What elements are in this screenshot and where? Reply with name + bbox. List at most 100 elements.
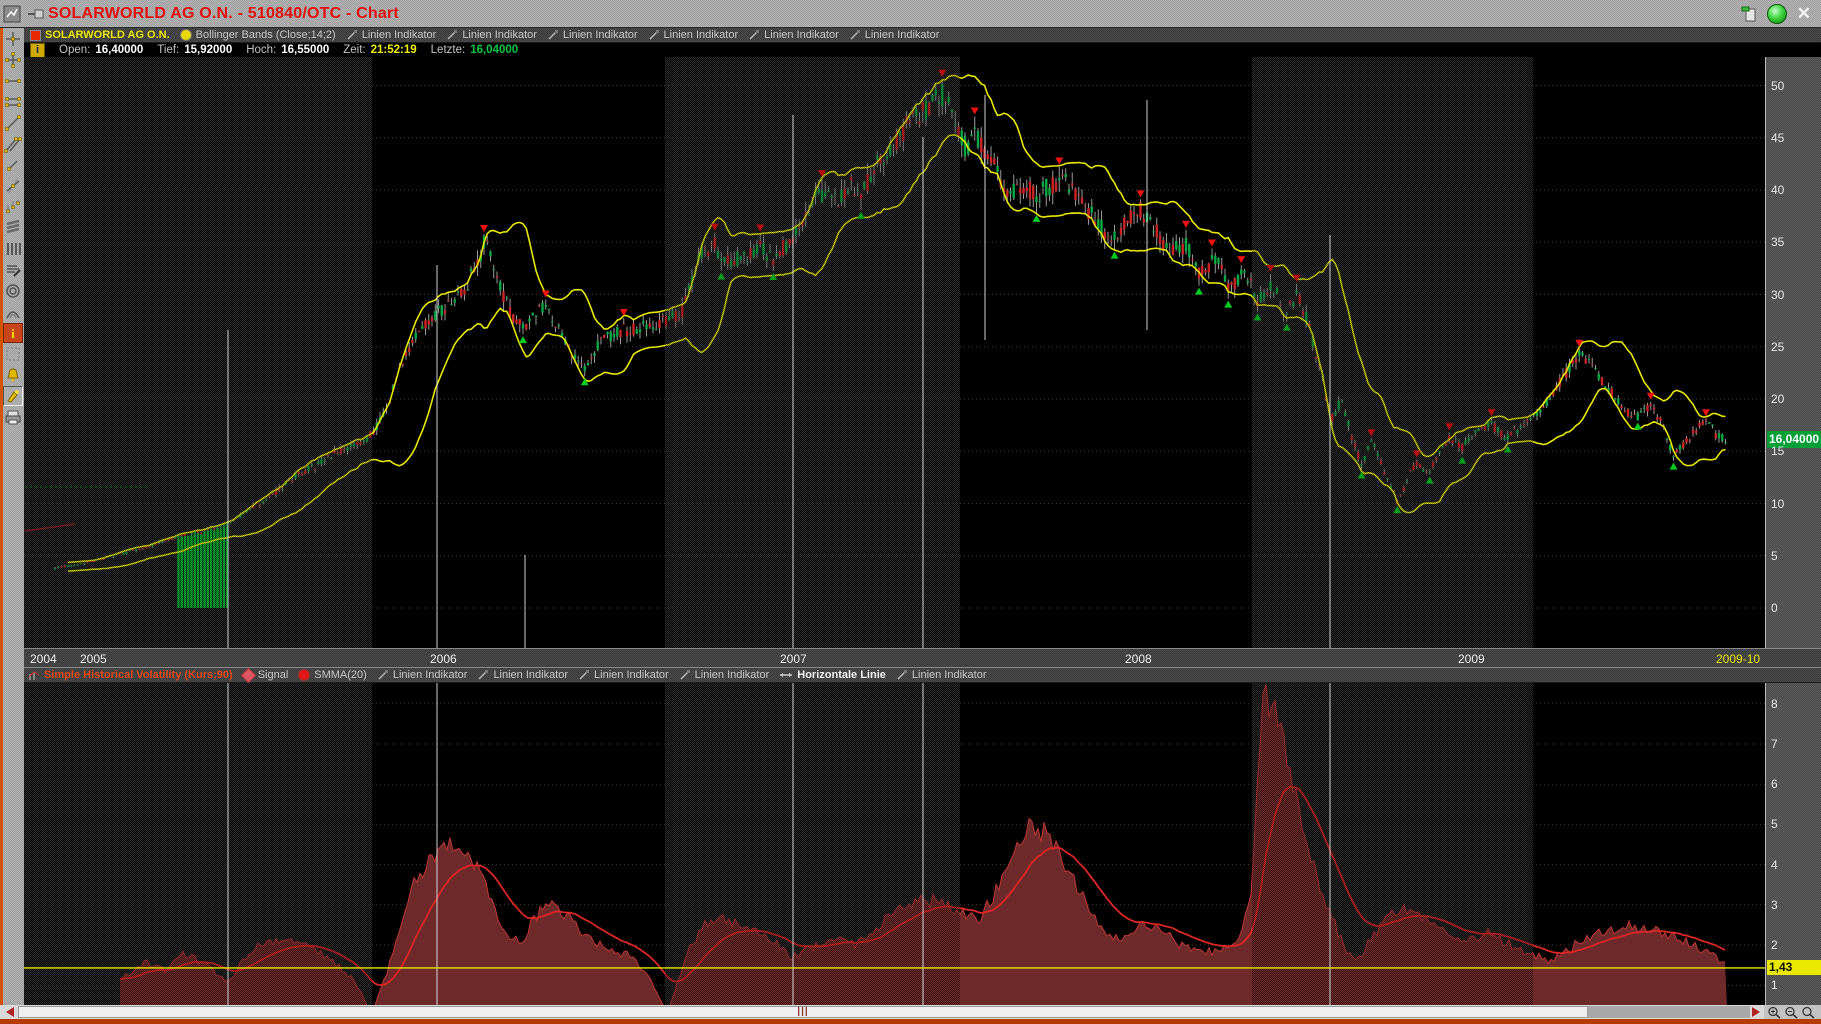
legend-label: Linien Indikator [393, 669, 468, 681]
zoom-in-button[interactable] [1767, 1006, 1782, 1019]
short-trendline-icon [4, 156, 22, 174]
price-tick-label: 45 [1771, 131, 1784, 145]
volatility-tick-label: 2 [1771, 938, 1778, 952]
vol-legend-item[interactable]: Linien Indikator [896, 669, 987, 681]
main-legend-item[interactable]: Linien Indikator [346, 29, 437, 41]
close-button[interactable]: ✕ [1797, 5, 1811, 23]
quote-value: 16,55000 [281, 44, 329, 56]
spiral-icon [4, 282, 22, 300]
vol-legend-item[interactable]: Linien Indikator [679, 669, 770, 681]
legend-label: SOLARWORLD AG O.N. [45, 29, 170, 41]
main-legend-item[interactable]: SOLARWORLD AG O.N. [30, 29, 170, 41]
year-label: 2005 [80, 652, 107, 666]
volatility-tick-label: 5 [1771, 817, 1778, 831]
pencil-icon [849, 29, 861, 41]
pin-icon[interactable] [27, 5, 45, 23]
vol-legend-item[interactable]: Linien Indikator [578, 669, 669, 681]
window-title: SOLARWORLD AG O.N. - 510840/OTC - Chart [48, 5, 399, 23]
quote-label: Open: [59, 44, 90, 56]
tool-arcs[interactable] [3, 302, 23, 322]
tool-parallel-segments[interactable] [3, 92, 23, 112]
tool-select-region[interactable] [3, 344, 23, 364]
main-legend-item[interactable]: Linien Indikator [446, 29, 537, 41]
tool-info[interactable]: i [3, 323, 23, 343]
fibonacci-flags-icon [4, 198, 22, 216]
horizontal-scrollbar[interactable]: ||| [0, 1005, 1821, 1019]
volatility-plot[interactable] [24, 683, 1765, 1005]
volatility-tick-label: 6 [1771, 777, 1778, 791]
year-label: 2004 [30, 652, 57, 666]
time-axis: 2004200520062007200820092009-10 [24, 648, 1821, 668]
price-axis: 16,04000 50454035302520151050 [1765, 57, 1821, 648]
tool-draw-hand[interactable] [3, 386, 23, 406]
tool-vertical-grid[interactable] [3, 239, 23, 259]
main-legend-item[interactable]: Linien Indikator [849, 29, 940, 41]
pencil-icon [547, 29, 559, 41]
pencil-icon [748, 29, 760, 41]
quote-value: 16,40000 [95, 44, 143, 56]
tool-trendline[interactable] [3, 113, 23, 133]
legend-label: Linien Indikator [563, 29, 638, 41]
title-bar[interactable]: SOLARWORLD AG O.N. - 510840/OTC - Chart … [0, 0, 1821, 28]
quote-label: Letzte: [431, 44, 466, 56]
tool-horizontal-segment[interactable] [3, 71, 23, 91]
tool-alarm[interactable] [3, 365, 23, 385]
pencil-icon [446, 29, 458, 41]
tool-spiral[interactable] [3, 281, 23, 301]
vol-legend-item[interactable]: Linien Indikator [477, 669, 568, 681]
main-legend-item[interactable]: Linien Indikator [748, 29, 839, 41]
quote-hoch: Hoch:16,55000 [246, 44, 329, 56]
tool-short-trendline[interactable] [3, 155, 23, 175]
price-tick-label: 35 [1771, 235, 1784, 249]
scroll-left-arrow[interactable] [6, 1007, 14, 1017]
info-icon: i [4, 324, 22, 342]
parallel-segments-icon [4, 93, 22, 111]
vol-legend-item[interactable]: Simple Historical Volatility (Kurs;90) [28, 669, 233, 681]
zoom-out-button[interactable] [1784, 1006, 1799, 1019]
pencil-icon [578, 669, 590, 681]
parallel-trendlines-icon [4, 135, 22, 153]
year-label: 2008 [1125, 652, 1152, 666]
volatility-tick-label: 4 [1771, 858, 1778, 872]
volatility-tick-label: 7 [1771, 737, 1778, 751]
legend-label: Simple Historical Volatility (Kurs;90) [44, 669, 233, 681]
vol-legend-item[interactable]: SMMA(20) [298, 669, 367, 681]
scroll-right-arrow[interactable] [1752, 1007, 1760, 1017]
year-label: 2006 [430, 652, 457, 666]
tool-regression-line[interactable] [3, 176, 23, 196]
main-chart-legend: SOLARWORLD AG O.N. Bollinger Bands (Close… [24, 28, 1821, 43]
quote-zeit: Zeit:21:52:19 [343, 44, 416, 56]
restore-button[interactable] [1767, 4, 1787, 24]
tool-parallel-trendlines[interactable] [3, 134, 23, 154]
vol-legend-item[interactable]: Horizontale Linie [779, 669, 886, 681]
main-legend-item[interactable]: Linien Indikator [547, 29, 638, 41]
main-legend-item[interactable]: Bollinger Bands (Close;14;2) [180, 29, 336, 41]
main-legend-item[interactable]: Linien Indikator [648, 29, 739, 41]
year-label: 2009 [1458, 652, 1485, 666]
vol-legend-item[interactable]: Signal [243, 669, 289, 681]
yellow-circle-icon [180, 29, 192, 41]
quote-tief: Tief:15,92000 [157, 44, 232, 56]
crosshair-icon [4, 30, 22, 48]
drawing-toolbar: i [3, 28, 24, 1005]
tool-crosshair[interactable] [3, 29, 23, 49]
link-icon[interactable] [1740, 5, 1758, 23]
scroll-track[interactable] [1588, 1006, 1750, 1018]
tool-print[interactable] [3, 407, 23, 427]
vol-legend-item[interactable]: Linien Indikator [377, 669, 468, 681]
draw-hand-icon [4, 387, 22, 405]
pencil-icon [896, 669, 908, 681]
tool-fibonacci-flags[interactable] [3, 197, 23, 217]
tool-text-note[interactable] [3, 260, 23, 280]
volatility-tick-label: 3 [1771, 898, 1778, 912]
tool-cross-cursor[interactable] [3, 50, 23, 70]
pencil-icon [377, 669, 389, 681]
zoom-reset-button[interactable] [1801, 1006, 1816, 1019]
price-chart-plot[interactable] [24, 57, 1765, 648]
tool-fibonacci-stack[interactable] [3, 218, 23, 238]
chart-window: { "window": { "title": "SOLARWORLD AG O.… [0, 0, 1821, 1024]
pencil-icon [477, 669, 489, 681]
select-region-icon [4, 345, 22, 363]
volatility-tick-label: 1 [1771, 978, 1778, 992]
scroll-thumb[interactable]: ||| [18, 1006, 1588, 1018]
